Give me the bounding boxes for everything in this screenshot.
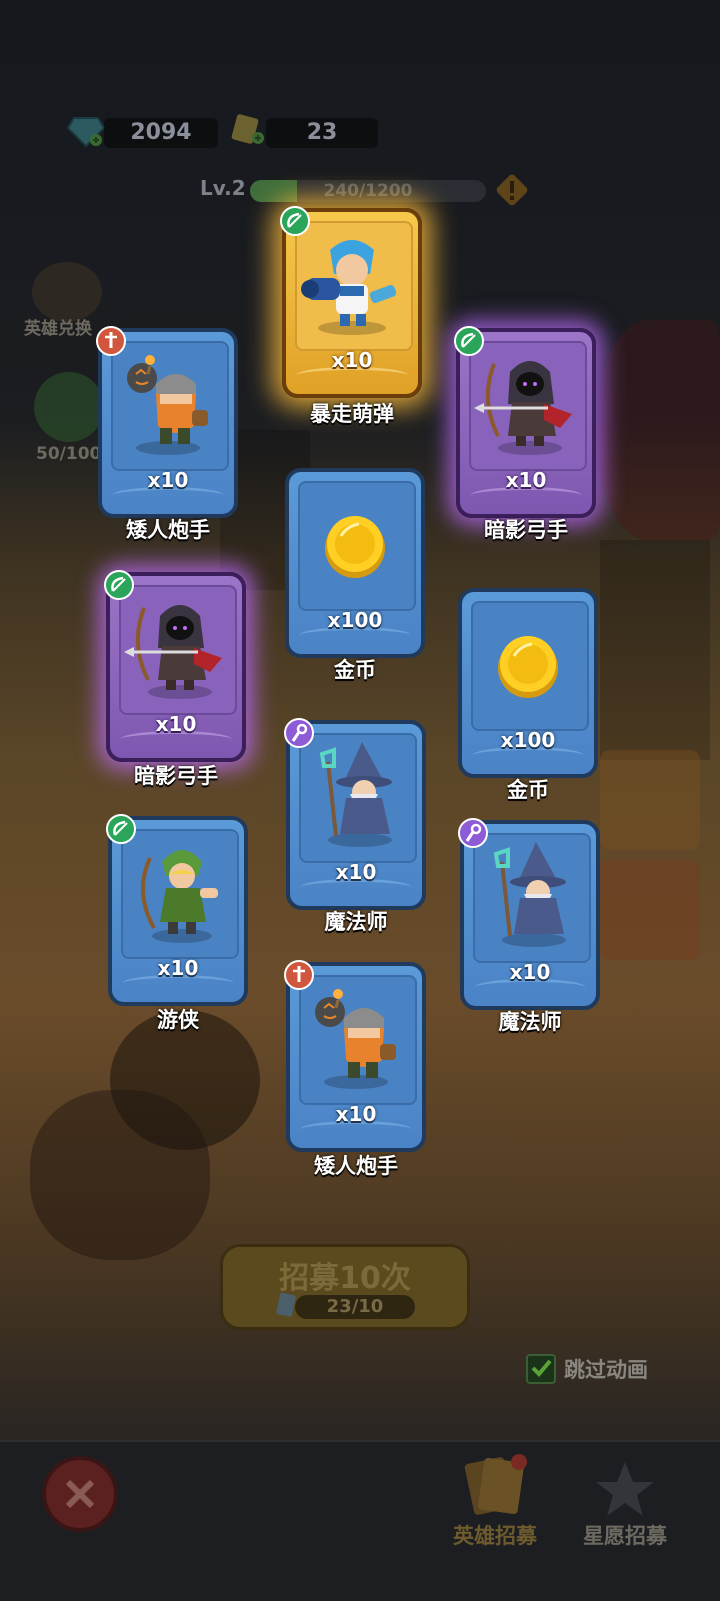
card-quantity: x10: [335, 860, 377, 884]
wish-recruit-tab-icon: [596, 1462, 654, 1516]
recruit-10-button[interactable]: 招募10次 23/10: [220, 1244, 470, 1330]
castle-silhouette: [600, 540, 710, 760]
hero-exchange-icon[interactable]: [32, 262, 102, 322]
card-name: 矮人炮手: [126, 518, 210, 542]
card-name: 魔法师: [324, 910, 388, 934]
card-quantity: x10: [335, 1102, 377, 1126]
card-name: 金币: [507, 778, 549, 802]
recruit-result-screen: 2094 23 Lv.2 240/1200 英雄兑换 50/100 x10 暴走萌…: [0, 0, 720, 1601]
card-quantity: x10: [331, 348, 373, 372]
hero-exchange-label[interactable]: 英雄兑换: [24, 314, 92, 339]
skip-animation-checkbox[interactable]: [526, 1354, 556, 1384]
reward-card-coin[interactable]: x100: [458, 588, 598, 778]
staff-class-icon: [458, 818, 488, 848]
skip-animation-label: 跳过动画: [564, 1358, 648, 1382]
hero-silhouette: [30, 1090, 210, 1260]
reward-card-shadow-archer[interactable]: x10: [454, 326, 596, 518]
xp-text: 240/1200: [323, 181, 413, 201]
tab-wish-recruit[interactable]: 星愿招募: [570, 1520, 680, 1550]
xp-bar: 240/1200: [250, 180, 486, 202]
card-quantity: x10: [157, 956, 199, 980]
card-quantity: x100: [500, 728, 556, 752]
reward-card-dwarf[interactable]: x10: [96, 326, 238, 518]
ticket-count: 23: [266, 118, 378, 148]
reward-card-wizard[interactable]: x10: [284, 718, 426, 910]
bow-class-icon: [280, 206, 310, 236]
hero-recruit-tab-icon: [464, 1454, 527, 1515]
reward-card-shadow-archer[interactable]: x10: [104, 570, 246, 762]
reward-card-gunner[interactable]: x10: [280, 206, 422, 398]
shop-panel: [600, 860, 700, 960]
tab-hero-recruit[interactable]: 英雄招募: [440, 1520, 550, 1550]
card-quantity: x10: [147, 468, 189, 492]
sword-class-icon: [284, 960, 314, 990]
warning-icon[interactable]: [494, 172, 530, 208]
sword-class-icon: [96, 326, 126, 356]
card-name: 矮人炮手: [314, 1154, 398, 1178]
card-name: 金币: [334, 658, 376, 682]
card-name: 游侠: [157, 1008, 199, 1032]
bow-class-icon: [106, 814, 136, 844]
bow-class-icon: [454, 326, 484, 356]
level-label: Lv.2: [200, 176, 246, 200]
card-quantity: x10: [505, 468, 547, 492]
staff-class-icon: [284, 718, 314, 748]
card-name: 魔法师: [498, 1010, 562, 1034]
bow-class-icon: [104, 570, 134, 600]
reward-card-wizard[interactable]: x10: [458, 818, 600, 1010]
card-name: 暴走萌弹: [310, 402, 394, 426]
dragon-silhouette: [600, 320, 720, 540]
star-progress-icon[interactable]: [34, 372, 104, 442]
card-quantity: x10: [509, 960, 551, 984]
close-button[interactable]: [42, 1456, 118, 1532]
card-name: 暗影弓手: [134, 764, 218, 788]
checkmark-icon: [531, 1359, 552, 1377]
card-quantity: x10: [155, 712, 197, 736]
recruit-ticket-count: 23/10: [295, 1295, 415, 1319]
close-icon: [65, 1479, 95, 1509]
reward-card-coin[interactable]: x100: [285, 468, 425, 658]
card-quantity: x100: [327, 608, 383, 632]
recruit-10-label: 招募10次: [279, 1261, 411, 1296]
gem-icon: [66, 117, 106, 148]
reward-card-ranger[interactable]: x10: [106, 814, 248, 1006]
gem-count: 2094: [104, 118, 218, 148]
ticket-icon: [276, 1292, 296, 1317]
star-progress-label: 50/100: [36, 444, 102, 464]
ticket-icon: [231, 114, 264, 144]
card-name: 暗影弓手: [484, 518, 568, 542]
reward-card-dwarf[interactable]: x10: [284, 960, 426, 1152]
skip-animation-toggle[interactable]: 跳过动画: [526, 1354, 648, 1384]
